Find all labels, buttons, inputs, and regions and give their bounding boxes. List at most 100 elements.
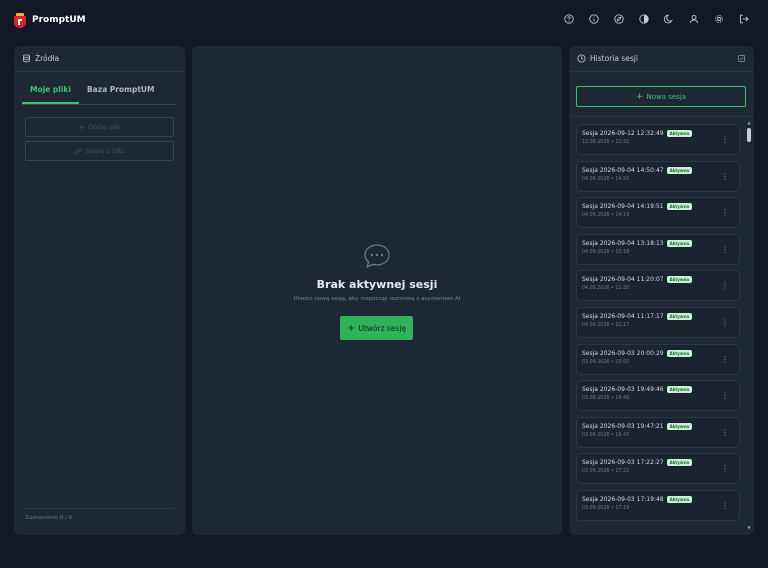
more-vertical-icon[interactable]: ⋮: [721, 245, 729, 254]
session-title: Sesja 2026-09-03 17:22:27: [582, 459, 664, 467]
session-item[interactable]: Sesja 2026-09-03 19:47:21 Aktywna 03.09.2…: [576, 416, 740, 448]
session-date: 04.09.2026 • 13:18: [582, 249, 630, 255]
session-item[interactable]: Sesja 2026-09-04 14:19:51 Aktywna 04.09.2…: [576, 197, 740, 229]
status-badge: Aktywna: [666, 239, 693, 247]
contrast-icon[interactable]: [638, 13, 650, 25]
status-badge: Aktywna: [666, 349, 693, 357]
session-title: Sesja 2026-09-04 11:17:17: [582, 312, 664, 320]
status-badge: Aktywna: [666, 495, 693, 503]
session-title: Sesja 2026-09-04 13:18:13: [582, 239, 664, 247]
more-vertical-icon[interactable]: ⋮: [721, 392, 729, 400]
session-item[interactable]: Sesja 2026-09-04 14:50:47 Aktywna 04.09.2…: [576, 160, 740, 192]
plus-icon: +: [346, 322, 356, 334]
sources-header: Źródła: [14, 46, 185, 72]
divider: [569, 116, 754, 117]
brand-name: PromptUM: [32, 15, 86, 25]
clock-icon: [577, 54, 586, 63]
session-item[interactable]: Sesja 2026-09-03 20:00:29 Aktywna 03.09.2…: [576, 343, 740, 375]
session-title: Sesja 2026-09-03 19:49:46: [582, 386, 664, 394]
session-title: Sesja 2026-09-03 17:19:48: [582, 495, 664, 503]
create-session-label: Utwórz sesję: [358, 323, 407, 333]
plus-icon: +: [78, 122, 86, 132]
more-vertical-icon[interactable]: ⋮: [721, 209, 729, 217]
session-date: 04.09.2026 • 11:20: [582, 286, 630, 292]
empty-state-subtitle: Utwórz nową sesję, aby rozpocząć rozmowę…: [293, 296, 461, 302]
logout-icon[interactable]: [738, 13, 750, 25]
select-checkbox-icon[interactable]: [737, 54, 746, 63]
chat-bubble-icon: [363, 243, 391, 269]
new-session-button[interactable]: + Nowa sesja: [576, 86, 746, 107]
session-item[interactable]: Sesja 2026-09-03 17:22:27 Aktywna 03.09.2…: [576, 453, 740, 485]
help-icon[interactable]: [563, 13, 575, 25]
more-vertical-icon[interactable]: ⋮: [721, 501, 729, 510]
user-icon[interactable]: [688, 13, 700, 25]
add-url-label: Dodaj z URL: [85, 147, 125, 155]
session-item[interactable]: Sesja 2026-09-04 13:18:13 Aktywna 04.09.2…: [576, 233, 740, 265]
session-title: Sesja 2026-09-04 14:19:51: [582, 203, 664, 211]
session-date: 04.09.2026 • 14:19: [582, 213, 630, 219]
logo-icon: [14, 12, 26, 28]
status-badge: Aktywna: [666, 276, 693, 284]
status-badge: Aktywna: [666, 459, 693, 467]
sources-title: Źródła: [35, 54, 60, 63]
session-item[interactable]: Sesja 2026-09-03 19:49:46 Aktywna 03.09.2…: [576, 380, 740, 412]
status-badge: Aktywna: [666, 312, 693, 320]
chat-panel: Brak aktywnej sesji Utwórz nową sesję, a…: [192, 46, 562, 535]
session-item[interactable]: Sesja 2026-09-03 17:19:48 Aktywna 03.09.2…: [576, 489, 740, 521]
scroll-down-icon[interactable]: ▼: [747, 525, 751, 530]
session-title: Sesja 2026-09-12 12:32:49: [582, 130, 664, 137]
session-date: 04.09.2026 • 11:17: [582, 322, 630, 328]
session-list: Sesja 2026-09-12 12:32:49 Aktywna 12.09.2…: [576, 124, 740, 527]
history-header: Historia sesji: [569, 46, 754, 72]
history-panel: Historia sesji + Nowa sesja Sesja 2026-0…: [569, 46, 754, 535]
tab-promptum-base[interactable]: Baza PromptUM: [79, 80, 163, 104]
session-date: 12.09.2026 • 12:32: [582, 140, 630, 145]
add-file-label: Dodaj plik: [88, 123, 121, 131]
session-scrollbar[interactable]: ▲ ▼: [747, 120, 751, 530]
session-title: Sesja 2026-09-04 11:20:07: [582, 276, 664, 284]
tab-my-files[interactable]: Moje pliki: [22, 80, 79, 104]
create-session-button[interactable]: + Utwórz sesję: [340, 316, 413, 340]
scroll-thumb[interactable]: [747, 128, 751, 142]
session-title: Sesja 2026-09-04 14:50:47: [582, 166, 664, 174]
plus-icon: +: [635, 91, 644, 102]
history-title: Historia sesji: [590, 54, 638, 63]
more-vertical-icon[interactable]: ⋮: [721, 428, 729, 437]
more-vertical-icon[interactable]: ⋮: [721, 136, 729, 144]
more-vertical-icon[interactable]: ⋮: [721, 282, 729, 290]
session-date: 03.09.2026 • 17:22: [582, 469, 630, 475]
session-item[interactable]: Sesja 2026-09-12 12:32:49 Aktywna 12.09.2…: [576, 124, 740, 155]
session-date: 03.09.2026 • 19:49: [582, 396, 630, 402]
gear-icon[interactable]: [713, 13, 725, 25]
selection-count: Zaznaczono 0 / 0: [25, 508, 174, 521]
database-icon: [22, 54, 31, 63]
session-date: 04.09.2026 • 14:50: [582, 176, 630, 182]
add-file-button[interactable]: + Dodaj plik: [25, 117, 174, 137]
top-bar: PromptUM: [0, 0, 768, 40]
session-title: Sesja 2026-09-03 20:00:29: [582, 349, 664, 357]
session-item[interactable]: Sesja 2026-09-04 11:17:17 Aktywna 04.09.2…: [576, 306, 740, 338]
status-badge: Aktywna: [666, 422, 693, 430]
sources-panel: Źródła Moje pliki Baza PromptUM + Dodaj …: [14, 46, 185, 535]
top-toolbar: [563, 13, 750, 25]
compass-icon[interactable]: [613, 13, 625, 25]
more-vertical-icon[interactable]: ⋮: [721, 465, 729, 473]
more-vertical-icon[interactable]: ⋮: [721, 172, 729, 181]
empty-state-title: Brak aktywnej sesji: [316, 278, 438, 291]
add-url-button[interactable]: ☍ Dodaj z URL: [25, 141, 174, 161]
sources-tabs: Moje pliki Baza PromptUM: [22, 80, 177, 105]
status-badge: Aktywna: [666, 203, 693, 211]
moon-icon[interactable]: [663, 13, 675, 25]
info-icon[interactable]: [588, 13, 600, 25]
status-badge: Aktywna: [666, 166, 693, 174]
more-vertical-icon[interactable]: ⋮: [721, 318, 729, 327]
link-icon: ☍: [74, 146, 83, 156]
more-vertical-icon[interactable]: ⋮: [721, 355, 729, 364]
session-date: 03.09.2026 • 17:19: [582, 505, 630, 511]
status-badge: Aktywna: [666, 386, 693, 394]
new-session-label: Nowa sesja: [646, 92, 687, 101]
session-date: 03.09.2026 • 19:47: [582, 432, 630, 438]
status-badge: Aktywna: [666, 130, 693, 137]
scroll-up-icon[interactable]: ▲: [747, 120, 751, 125]
session-item[interactable]: Sesja 2026-09-04 11:20:07 Aktywna 04.09.2…: [576, 270, 740, 302]
